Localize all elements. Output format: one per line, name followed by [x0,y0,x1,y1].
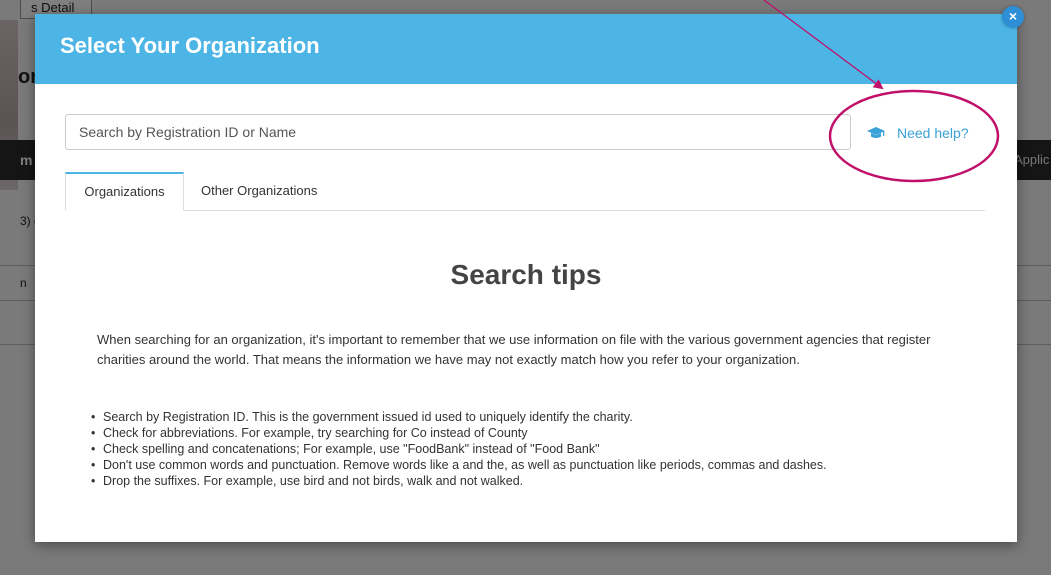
annotation-overlay [763,0,1000,183]
annotation-ellipse [828,89,1000,183]
annotation-arrow [763,0,884,90]
